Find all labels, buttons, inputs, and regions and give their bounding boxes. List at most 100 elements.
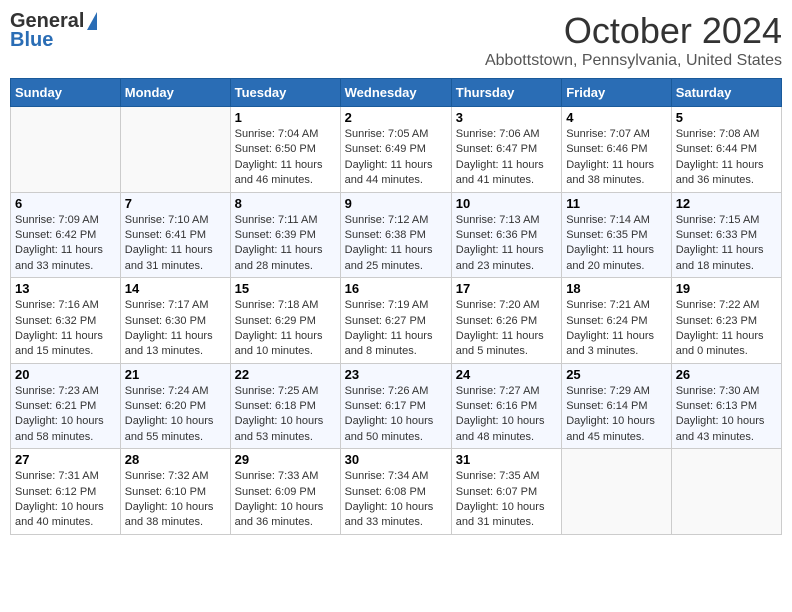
sunrise-text: Sunrise: 7:19 AM [345,298,447,313]
daylight-text: Daylight: 11 hours and 31 minutes. [125,243,226,274]
daylight-text: Daylight: 11 hours and 10 minutes. [235,329,336,360]
calendar-cell: 12Sunrise: 7:15 AMSunset: 6:33 PMDayligh… [671,192,781,278]
daylight-text: Daylight: 11 hours and 33 minutes. [15,243,116,274]
sunrise-text: Sunrise: 7:31 AM [15,469,116,484]
sunset-text: Sunset: 6:38 PM [345,228,447,243]
sunrise-text: Sunrise: 7:32 AM [125,469,226,484]
sunrise-text: Sunrise: 7:24 AM [125,384,226,399]
day-number: 29 [235,452,336,467]
calendar-cell: 2 Sunrise: 7:05 AMSunset: 6:49 PMDaylight… [340,107,451,193]
daylight-text: Daylight: 11 hours and 3 minutes. [566,329,667,360]
sunset-text: Sunset: 6:14 PM [566,399,667,414]
calendar-cell: 3Sunrise: 7:06 AMSunset: 6:47 PMDaylight… [451,107,561,193]
sunrise-text: Sunrise: 7:15 AM [676,213,777,228]
sunrise-text: Sunrise: 7:23 AM [15,384,116,399]
day-info: Sunrise: 7:16 AMSunset: 6:32 PMDaylight:… [15,298,116,360]
sunrise-text: Sunrise: 7:04 AM [235,127,336,142]
daylight-text: Daylight: 11 hours and 36 minutes. [676,158,777,189]
day-info: Sunrise: 7:07 AMSunset: 6:46 PMDaylight:… [566,127,667,189]
daylight-text: Daylight: 11 hours and 23 minutes. [456,243,557,274]
day-info: Sunrise: 7:31 AMSunset: 6:12 PMDaylight:… [15,469,116,531]
page-header: General Blue October 2024 Abbottstown, P… [10,10,782,70]
calendar-table: SundayMondayTuesdayWednesdayThursdayFrid… [10,78,782,535]
daylight-text: Daylight: 11 hours and 25 minutes. [345,243,447,274]
sunrise-text: Sunrise: 7:14 AM [566,213,667,228]
sunrise-text: Sunrise: 7:05 AM [345,127,447,142]
day-number: 23 [345,367,447,382]
sunset-text: Sunset: 6:08 PM [345,485,447,500]
day-info: Sunrise: 7:10 AMSunset: 6:41 PMDaylight:… [125,213,226,275]
sunset-text: Sunset: 6:17 PM [345,399,447,414]
sunset-text: Sunset: 6:35 PM [566,228,667,243]
sunrise-text: Sunrise: 7:26 AM [345,384,447,399]
day-number: 20 [15,367,116,382]
day-info: Sunrise: 7:32 AMSunset: 6:10 PMDaylight:… [125,469,226,531]
calendar-cell: 10Sunrise: 7:13 AMSunset: 6:36 PMDayligh… [451,192,561,278]
sunrise-text: Sunrise: 7:16 AM [15,298,116,313]
calendar-cell: 30Sunrise: 7:34 AMSunset: 6:08 PMDayligh… [340,449,451,535]
sunset-text: Sunset: 6:49 PM [345,142,447,157]
day-number: 2 [345,110,447,125]
sunrise-text: Sunrise: 7:22 AM [676,298,777,313]
sunset-text: Sunset: 6:10 PM [125,485,226,500]
week-row-1: 1Sunrise: 7:04 AMSunset: 6:50 PMDaylight… [11,107,782,193]
sunset-text: Sunset: 6:13 PM [676,399,777,414]
day-info: Sunrise: 7:35 AMSunset: 6:07 PMDaylight:… [456,469,557,531]
sunset-text: Sunset: 6:07 PM [456,485,557,500]
sunset-text: Sunset: 6:27 PM [345,314,447,329]
calendar-cell: 7 Sunrise: 7:10 AMSunset: 6:41 PMDaylight… [120,192,230,278]
daylight-text: Daylight: 11 hours and 46 minutes. [235,158,336,189]
daylight-text: Daylight: 11 hours and 44 minutes. [345,158,447,189]
calendar-cell: 8Sunrise: 7:11 AMSunset: 6:39 PMDaylight… [230,192,340,278]
day-number: 3 [456,110,557,125]
daylight-text: Daylight: 10 hours and 43 minutes. [676,414,777,445]
day-info: Sunrise: 7:30 AMSunset: 6:13 PMDaylight:… [676,384,777,446]
day-number: 9 [345,196,447,211]
daylight-text: Daylight: 10 hours and 50 minutes. [345,414,447,445]
logo-blue-text: Blue [10,29,53,52]
sunrise-text: Sunrise: 7:13 AM [456,213,557,228]
day-info: Sunrise: 7:23 AMSunset: 6:21 PMDaylight:… [15,384,116,446]
day-info: Sunrise: 7:04 AMSunset: 6:50 PMDaylight:… [235,127,336,189]
calendar-cell: 5Sunrise: 7:08 AMSunset: 6:44 PMDaylight… [671,107,781,193]
calendar-cell: 1Sunrise: 7:04 AMSunset: 6:50 PMDaylight… [230,107,340,193]
sunrise-text: Sunrise: 7:09 AM [15,213,116,228]
sunset-text: Sunset: 6:18 PM [235,399,336,414]
day-number: 13 [15,281,116,296]
daylight-text: Daylight: 10 hours and 33 minutes. [345,500,447,531]
day-info: Sunrise: 7:33 AMSunset: 6:09 PMDaylight:… [235,469,336,531]
title-section: October 2024 Abbottstown, Pennsylvania, … [485,10,782,70]
sunrise-text: Sunrise: 7:35 AM [456,469,557,484]
sunrise-text: Sunrise: 7:18 AM [235,298,336,313]
daylight-text: Daylight: 11 hours and 15 minutes. [15,329,116,360]
sunset-text: Sunset: 6:30 PM [125,314,226,329]
day-info: Sunrise: 7:17 AMSunset: 6:30 PMDaylight:… [125,298,226,360]
calendar-cell: 17Sunrise: 7:20 AMSunset: 6:26 PMDayligh… [451,278,561,364]
week-row-4: 20 Sunrise: 7:23 AMSunset: 6:21 PMDayligh… [11,363,782,449]
day-header-tuesday: Tuesday [230,79,340,107]
day-number: 22 [235,367,336,382]
day-number: 7 [125,196,226,211]
calendar-cell: 26Sunrise: 7:30 AMSunset: 6:13 PMDayligh… [671,363,781,449]
calendar-cell: 21Sunrise: 7:24 AMSunset: 6:20 PMDayligh… [120,363,230,449]
day-header-thursday: Thursday [451,79,561,107]
calendar-cell: 11Sunrise: 7:14 AMSunset: 6:35 PMDayligh… [562,192,672,278]
daylight-text: Daylight: 11 hours and 5 minutes. [456,329,557,360]
sunrise-text: Sunrise: 7:06 AM [456,127,557,142]
calendar-cell: 15Sunrise: 7:18 AMSunset: 6:29 PMDayligh… [230,278,340,364]
day-info: Sunrise: 7:24 AMSunset: 6:20 PMDaylight:… [125,384,226,446]
day-info: Sunrise: 7:13 AMSunset: 6:36 PMDaylight:… [456,213,557,275]
day-header-wednesday: Wednesday [340,79,451,107]
day-number: 19 [676,281,777,296]
day-number: 16 [345,281,447,296]
calendar-cell: 6Sunrise: 7:09 AMSunset: 6:42 PMDaylight… [11,192,121,278]
sunset-text: Sunset: 6:32 PM [15,314,116,329]
day-info: Sunrise: 7:26 AMSunset: 6:17 PMDaylight:… [345,384,447,446]
sunrise-text: Sunrise: 7:10 AM [125,213,226,228]
daylight-text: Daylight: 11 hours and 18 minutes. [676,243,777,274]
daylight-text: Daylight: 10 hours and 48 minutes. [456,414,557,445]
day-number: 31 [456,452,557,467]
day-header-sunday: Sunday [11,79,121,107]
day-header-friday: Friday [562,79,672,107]
day-info: Sunrise: 7:05 AMSunset: 6:49 PMDaylight:… [345,127,447,189]
